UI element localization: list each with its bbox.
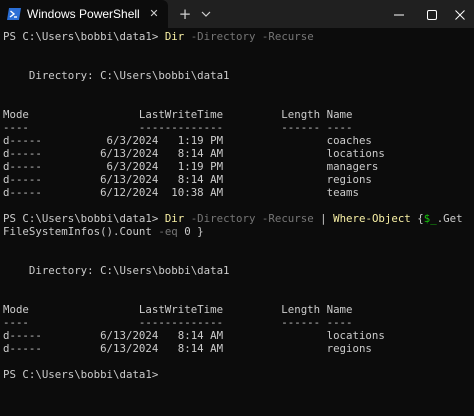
title-bar[interactable]: Windows PowerShell ✕ + (0, 0, 474, 28)
terminal-line: PS C:\Users\bobbi\data1> (3, 368, 471, 381)
terminal-output[interactable]: PS C:\Users\bobbi\data1> Dir -Directory … (3, 30, 471, 414)
terminal-token-pipe: | (320, 212, 334, 225)
terminal-token-plain: Directory: C:\Users\bobbi\data1 (3, 69, 230, 82)
terminal-token-plain: FileSystemInfos().Count (3, 225, 159, 238)
terminal-token-plain: Mode LastWriteTime Length Name (3, 108, 353, 121)
tab-powershell[interactable]: Windows PowerShell ✕ (0, 0, 168, 28)
terminal-line: d----- 6/13/2024 8:14 AM regions (3, 173, 471, 186)
terminal-line: Directory: C:\Users\bobbi\data1 (3, 264, 471, 277)
terminal-line: Directory: C:\Users\bobbi\data1 (3, 69, 471, 82)
new-tab-button[interactable]: + (176, 4, 194, 24)
terminal-token-plain: d----- 6/3/2024 1:19 PM coaches (3, 134, 372, 147)
terminal-line: d----- 6/3/2024 1:19 PM managers (3, 160, 471, 173)
terminal-token-plain: Directory: C:\Users\bobbi\data1 (3, 264, 230, 277)
terminal-token-plain: PS C:\Users\bobbi\data1> (3, 368, 159, 381)
terminal-token-plain: ---- ------------- ------ ---- (3, 121, 353, 134)
terminal-token-num: 0 } (177, 225, 204, 238)
terminal-line: d----- 6/13/2024 8:14 AM locations (3, 329, 471, 342)
terminal-line: d----- 6/13/2024 8:14 AM regions (3, 342, 471, 355)
powershell-window: Windows PowerShell ✕ + PS C:\Users\bobbi… (0, 0, 474, 416)
terminal-token-plain: d----- 6/13/2024 8:14 AM regions (3, 173, 372, 186)
terminal-token-param: -Directory -Recurse (184, 212, 321, 225)
terminal-token-cmd: Dir (164, 212, 185, 225)
terminal-token-plain: d----- 6/13/2024 8:14 AM locations (3, 329, 385, 342)
minimize-icon (394, 14, 404, 16)
terminal-token-plain: d----- 6/3/2024 1:19 PM managers (3, 160, 379, 173)
terminal-line: Mode LastWriteTime Length Name (3, 303, 471, 316)
terminal-line: PS C:\Users\bobbi\data1> Dir -Directory … (3, 212, 471, 225)
powershell-icon (6, 6, 22, 22)
terminal-line: d----- 6/3/2024 1:19 PM coaches (3, 134, 471, 147)
tab-title: Windows PowerShell (27, 7, 140, 21)
terminal-token-plain: { (410, 212, 424, 225)
terminal-token-plain: Mode LastWriteTime Length Name (3, 303, 353, 316)
terminal-line: d----- 6/12/2024 10:38 AM teams (3, 186, 471, 199)
terminal-line: PS C:\Users\bobbi\data1> Dir -Directory … (3, 30, 471, 43)
terminal-token-plain: d----- 6/13/2024 8:14 AM regions (3, 342, 372, 355)
maximize-icon (427, 10, 437, 20)
terminal-token-cmd: Where-Object (333, 212, 411, 225)
terminal-token-param: -Directory -Recurse (184, 30, 314, 43)
terminal-token-plain: d----- 6/12/2024 10:38 AM teams (3, 186, 359, 199)
terminal-line: ---- ------------- ------ ---- (3, 121, 471, 134)
chevron-down-icon[interactable] (198, 4, 214, 24)
terminal-token-plain: .Get (436, 212, 463, 225)
terminal-token-cmd: Dir (164, 30, 185, 43)
terminal-line: ---- ------------- ------ ---- (3, 316, 471, 329)
terminal-token-param: -eq (158, 225, 178, 238)
close-icon (455, 10, 465, 20)
terminal-token-plain: PS C:\Users\bobbi\data1> (3, 30, 165, 43)
terminal-line: Mode LastWriteTime Length Name (3, 108, 471, 121)
terminal-line: FileSystemInfos().Count -eq 0 } (3, 225, 471, 238)
close-tab-icon[interactable]: ✕ (146, 6, 162, 22)
close-button[interactable] (440, 0, 474, 28)
terminal-token-plain: PS C:\Users\bobbi\data1> (3, 212, 165, 225)
terminal-token-var: $_ (423, 212, 437, 225)
terminal-token-plain: d----- 6/13/2024 8:14 AM locations (3, 147, 385, 160)
terminal-line: d----- 6/13/2024 8:14 AM locations (3, 147, 471, 160)
terminal-token-plain: ---- ------------- ------ ---- (3, 316, 353, 329)
